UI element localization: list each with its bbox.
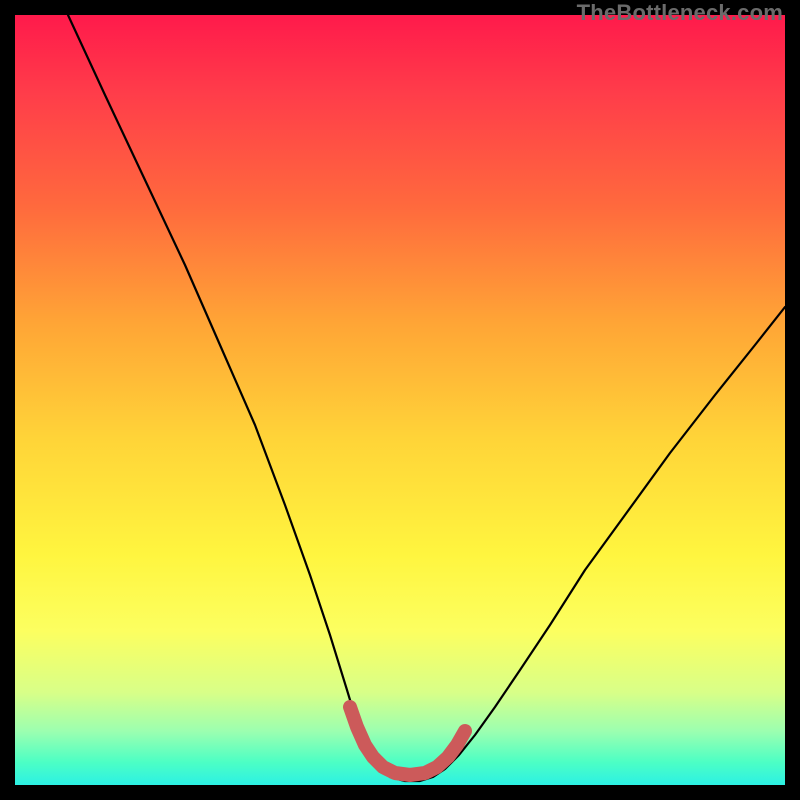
chart-plot-area: [15, 15, 785, 785]
curve-highlight: [350, 707, 465, 775]
watermark-text: TheBottleneck.com: [577, 0, 783, 26]
curve-main: [68, 15, 785, 781]
chart-stage: TheBottleneck.com: [0, 0, 800, 800]
chart-svg: [15, 15, 785, 785]
